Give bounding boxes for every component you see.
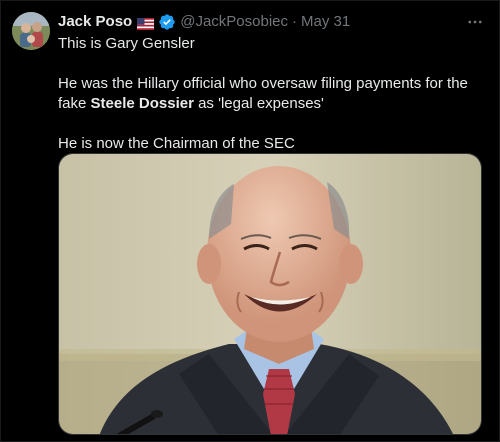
us-flag-icon — [137, 16, 155, 30]
verified-badge-icon[interactable] — [158, 13, 176, 31]
portrait-image — [59, 154, 481, 434]
tweet-line-2-end: as 'legal expenses' — [193, 95, 324, 112]
tweet-line-2-bold: Steele Dossier — [90, 95, 194, 112]
more-horizontal-icon[interactable] — [463, 10, 487, 34]
avatar-image — [12, 12, 50, 50]
tweet-timestamp[interactable]: May 31 — [301, 12, 350, 32]
tweet-text: This is Gary Gensler He was the Hillary … — [58, 34, 483, 154]
tweet-line-3: He is now the Chairman of the SEC — [58, 135, 295, 152]
user-handle[interactable]: @JackPosobiec — [180, 12, 288, 32]
tweet-header: Jack Poso @JackPosobiec · May 31 — [58, 12, 459, 32]
tweet-photo[interactable] — [58, 153, 482, 435]
tweet-line-2: He was the Hillary official who oversaw … — [58, 74, 483, 114]
separator-dot: · — [292, 13, 297, 30]
tweet-card[interactable]: Jack Poso @JackPosobiec · May 31 This is… — [0, 0, 500, 442]
display-name[interactable]: Jack Poso — [58, 12, 132, 32]
tweet-line-1: This is Gary Gensler — [58, 35, 195, 52]
avatar[interactable] — [12, 12, 50, 50]
